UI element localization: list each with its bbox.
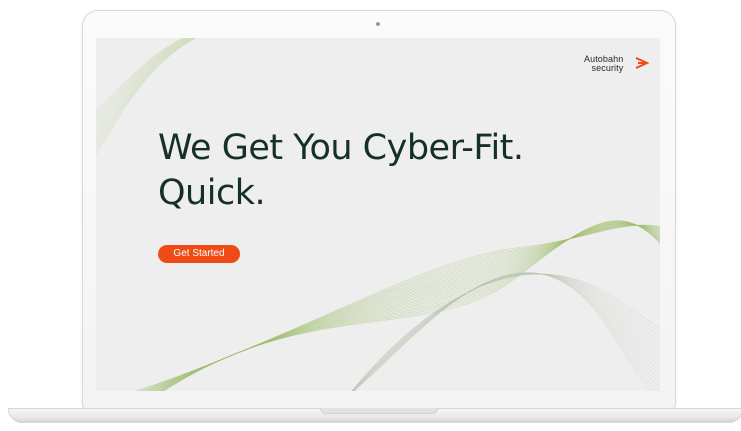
laptop-base-notch (320, 408, 438, 414)
laptop-screen: Autobahn security We Get You Cyber-Fit. … (96, 38, 660, 391)
headline-line-2: Quick. (158, 173, 266, 213)
webcam-dot (376, 22, 380, 26)
chevron-right-arrow-icon (635, 57, 649, 69)
hero-headline: We Get You Cyber-Fit. Quick. (158, 126, 524, 216)
brand-name-line2: security (591, 63, 624, 73)
get-started-button[interactable]: Get Started (158, 245, 240, 263)
headline-line-1: We Get You Cyber-Fit. (158, 128, 524, 168)
brand-logo[interactable]: Autobahn security (584, 55, 623, 73)
laptop-mockup: Autobahn security We Get You Cyber-Fit. … (0, 0, 741, 431)
